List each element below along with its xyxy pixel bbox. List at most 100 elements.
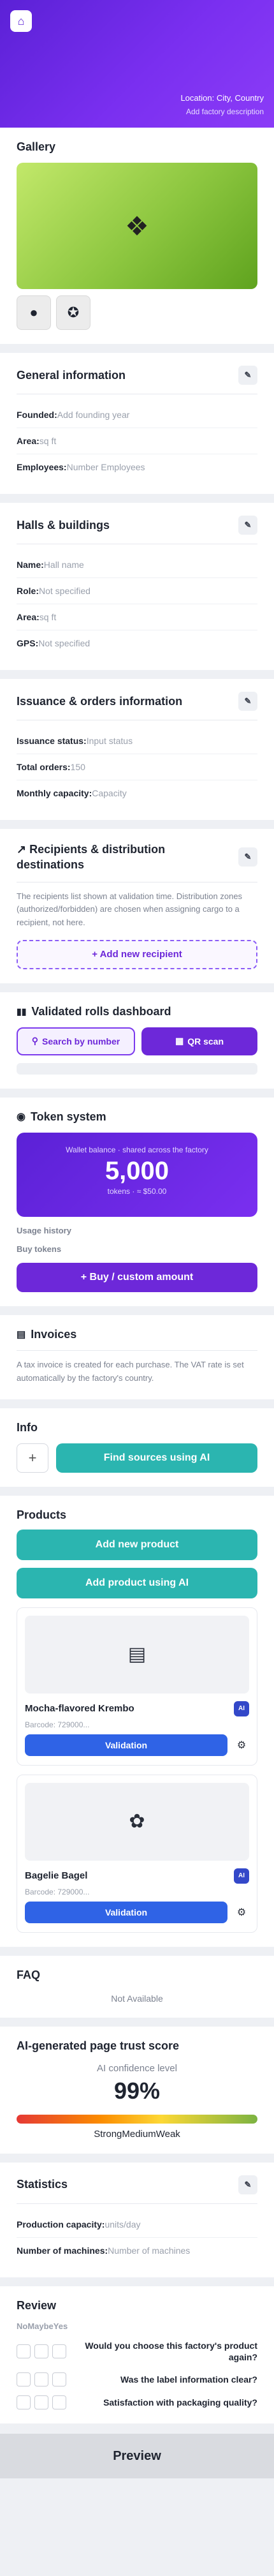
wallet-subtext: tokens · ≈ $50.00 xyxy=(107,1186,167,1196)
issuance-status-field: Issuance status:Input status xyxy=(17,728,257,754)
maybe-checkbox[interactable] xyxy=(34,2372,48,2387)
halls-section: Halls & buildings ✎ Name:Hall name Role:… xyxy=(0,503,274,670)
pencil-icon[interactable]: ✎ xyxy=(238,692,257,711)
section-title: ↗ Recipients & distribution destinations xyxy=(17,843,166,872)
faq-empty-state: Not Available xyxy=(111,1993,163,2004)
review-question-row: Satisfaction with packaging quality? xyxy=(17,2395,257,2410)
section-title: Review xyxy=(17,2298,57,2312)
trust-legend: StrongMediumWeak xyxy=(94,2128,180,2140)
pencil-icon[interactable]: ✎ xyxy=(238,2175,257,2194)
section-title: Statistics xyxy=(17,2178,68,2191)
yes-checkbox[interactable] xyxy=(52,2372,66,2387)
review-question: Satisfaction with packaging quality? xyxy=(103,2397,257,2408)
section-title: AI-generated page trust score xyxy=(17,2039,180,2052)
yes-checkbox[interactable] xyxy=(52,2395,66,2410)
invoices-section: ▤ Invoices A tax invoice is created for … xyxy=(0,1314,274,1399)
product-card: ✿ Bagelie Bagel AI Barcode: 729000... Va… xyxy=(17,1774,257,1933)
machines-field: Number of machines:Number of machines xyxy=(17,2245,191,2256)
product-card: ▤ Mocha-flavored Krembo AI Barcode: 7290… xyxy=(17,1607,257,1766)
product-image[interactable]: ✿ xyxy=(25,1782,249,1861)
area-field: Area:sq ft xyxy=(17,428,257,454)
invoices-description: A tax invoice is created for each purcha… xyxy=(17,1359,244,1383)
gear-icon[interactable]: ⚙ xyxy=(234,1738,249,1753)
section-title: Validated rolls dashboard xyxy=(31,1004,171,1018)
section-title: Halls & buildings xyxy=(17,518,110,532)
add-info-button[interactable]: + xyxy=(17,1443,48,1473)
production-capacity-field: Production capacity:units/day xyxy=(17,2212,257,2238)
pencil-icon[interactable]: ✎ xyxy=(238,366,257,385)
section-title: Token system xyxy=(30,1110,106,1123)
factory-page: ⌂ Location: City, Country Add factory de… xyxy=(0,0,274,2479)
hall-role-field: Role:Not specified xyxy=(17,578,257,604)
no-checkbox[interactable] xyxy=(17,2395,31,2410)
product-image[interactable]: ▤ xyxy=(25,1615,249,1694)
add-product-button[interactable]: Add new product xyxy=(17,1529,257,1560)
product-barcode: Barcode: 729000... xyxy=(25,1720,90,1729)
maybe-checkbox[interactable] xyxy=(34,2344,48,2359)
no-checkbox[interactable] xyxy=(17,2372,31,2387)
hall-name-field: Name:Hall name xyxy=(17,552,257,578)
validation-button[interactable]: Validation xyxy=(25,1901,227,1923)
product-name: Bagelie Bagel xyxy=(25,1870,88,1882)
bagel-icon: ✿ xyxy=(129,1811,145,1833)
thumbnail-cake[interactable]: ● xyxy=(17,295,51,330)
cake-icon: ● xyxy=(29,304,38,320)
general-information-section: General information ✎ Founded:Add foundi… xyxy=(0,353,274,494)
section-title: Gallery xyxy=(17,140,56,153)
receipt-icon: ▤ xyxy=(17,1329,26,1341)
buy-custom-amount-button[interactable]: + Buy / custom amount xyxy=(17,1262,257,1292)
trust-label: AI confidence level xyxy=(97,2062,177,2074)
gallery-section: Gallery ❖ ● ✪ xyxy=(0,128,274,344)
hall-gps-field: GPS:Not specified xyxy=(17,638,90,648)
cake-icon: ▤ xyxy=(127,1644,147,1665)
preview-button[interactable]: Preview xyxy=(0,2434,274,2479)
maybe-checkbox[interactable] xyxy=(34,2395,48,2410)
qr-scan-button[interactable]: ▦ QR scan xyxy=(141,1027,257,1055)
recipients-description: The recipients list shown at validation … xyxy=(17,891,243,928)
rolls-dashboard-section: ▮▮ Validated rolls dashboard ⚲ Search by … xyxy=(0,992,274,1089)
validation-button[interactable]: Validation xyxy=(25,1734,227,1756)
add-product-ai-button[interactable]: Add product using AI xyxy=(17,1567,257,1598)
yes-checkbox[interactable] xyxy=(52,2344,66,2359)
pencil-icon[interactable]: ✎ xyxy=(238,847,257,867)
hero-banner: ⌂ Location: City, Country Add factory de… xyxy=(0,0,274,128)
product-barcode: Barcode: 729000... xyxy=(25,1887,90,1896)
add-description-link[interactable]: Add factory description xyxy=(186,107,264,116)
gallery-thumbnails: ● ✪ xyxy=(17,295,257,330)
pencil-icon[interactable]: ✎ xyxy=(238,516,257,535)
founded-field: Founded:Add founding year xyxy=(17,402,257,428)
no-checkbox[interactable] xyxy=(17,2344,31,2359)
trust-gradient-bar xyxy=(17,2114,257,2124)
trust-percent: 99% xyxy=(113,2077,161,2104)
employees-field: Employees:Number Employees xyxy=(17,462,145,472)
review-question-row: Was the label information clear? xyxy=(17,2372,257,2387)
faq-section: FAQ Not Available xyxy=(0,1955,274,2018)
add-recipient-button[interactable]: + Add new recipient xyxy=(17,939,257,969)
review-question-row: Would you choose this factory's product … xyxy=(17,2340,257,2364)
bagel-icon: ✪ xyxy=(67,304,80,320)
bar-chart-icon: ▮▮ xyxy=(17,1006,27,1016)
coin-icon: ◉ xyxy=(17,1112,25,1123)
gallery-main-image[interactable]: ❖ xyxy=(17,163,257,289)
thumbnail-bagel[interactable]: ✪ xyxy=(56,295,90,330)
hall-area-field: Area:sq ft xyxy=(17,604,257,630)
divider xyxy=(17,2203,257,2204)
monthly-capacity-field: Monthly capacity:Capacity xyxy=(17,788,127,798)
raspberry-icon: ❖ xyxy=(125,211,149,241)
wallet-card: Wallet balance · shared across the facto… xyxy=(17,1132,257,1217)
usage-history-link[interactable]: Usage history xyxy=(17,1226,257,1235)
products-section: Products Add new product Add product usi… xyxy=(0,1495,274,1947)
find-sources-ai-button[interactable]: Find sources using AI xyxy=(56,1443,257,1473)
factory-location: Location: City, Country xyxy=(180,93,264,103)
section-title: FAQ xyxy=(17,1968,41,1981)
qr-icon: ▦ xyxy=(175,1036,184,1046)
gear-icon[interactable]: ⚙ xyxy=(234,1905,249,1920)
section-title: Issuance & orders information xyxy=(17,694,183,708)
review-question: Would you choose this factory's product … xyxy=(85,2340,257,2363)
buy-tokens-link[interactable]: Buy tokens xyxy=(17,1244,257,1254)
search-by-number-button[interactable]: ⚲ Search by number xyxy=(17,1027,135,1055)
home-icon[interactable]: ⌂ xyxy=(10,10,32,32)
total-orders-field: Total orders:150 xyxy=(17,754,257,780)
product-name: Mocha-flavored Krembo xyxy=(25,1703,134,1715)
wallet-amount: 5,000 xyxy=(105,1156,169,1185)
